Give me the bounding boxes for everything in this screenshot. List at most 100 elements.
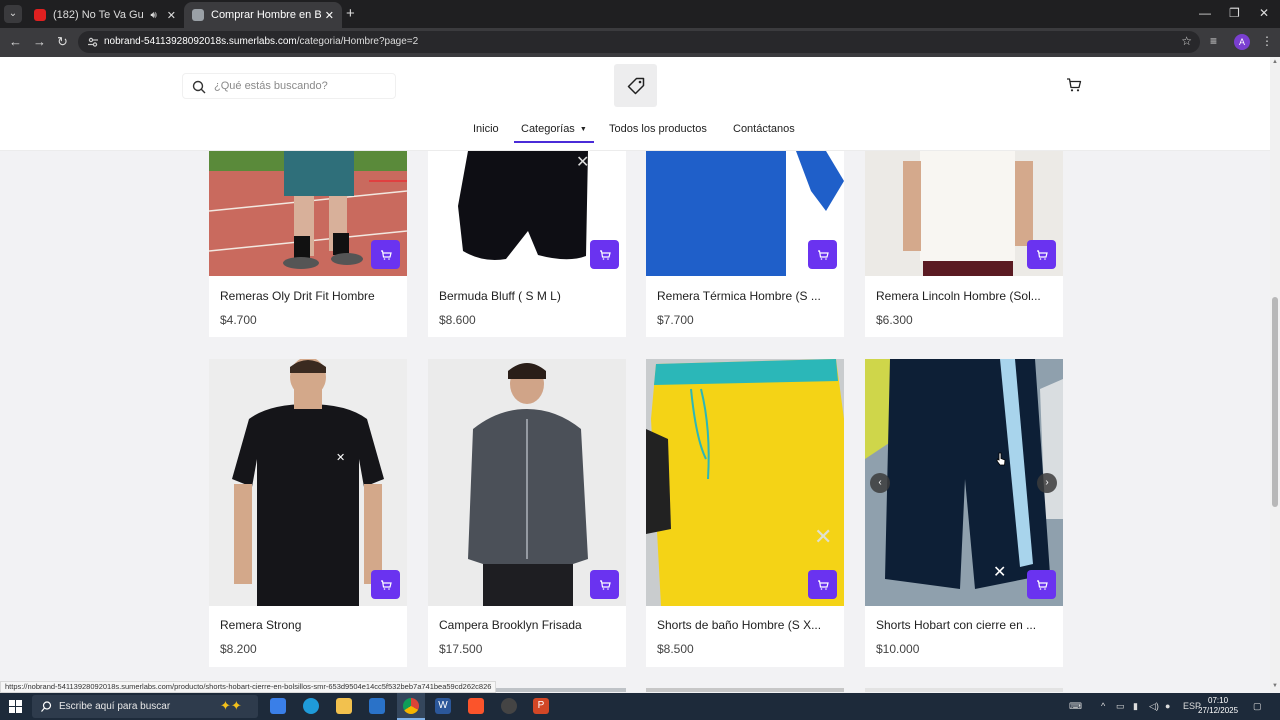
product-name[interactable]: Shorts Hobart con cierre en ... <box>876 618 1036 632</box>
brave-app-icon[interactable] <box>468 698 484 714</box>
taskbar-search-text: Escribe aquí para buscar <box>59 701 171 712</box>
product-card[interactable]: Remeras Oly Drit Fit Hombre $4.700 <box>209 151 407 337</box>
product-card[interactable]: Remera Térmica Hombre (S ... $7.700 <box>646 151 844 337</box>
product-name[interactable]: Remera Térmica Hombre (S ... <box>657 289 821 303</box>
add-to-cart-button[interactable] <box>590 570 619 599</box>
product-image[interactable]: ✕ <box>209 359 407 606</box>
obs-app-icon[interactable] <box>501 698 517 714</box>
product-price: $6.300 <box>876 313 913 327</box>
product-name[interactable]: Remera Strong <box>220 618 301 632</box>
profile-avatar[interactable]: A <box>1234 34 1250 50</box>
add-to-cart-button[interactable] <box>371 240 400 269</box>
product-name[interactable]: Campera Brooklyn Frisada <box>439 618 582 632</box>
scrollbar-thumb[interactable] <box>1272 297 1278 507</box>
add-to-cart-button[interactable] <box>371 570 400 599</box>
add-to-cart-button[interactable] <box>1027 570 1056 599</box>
taskbar-clock[interactable]: 07:10 27/12/2025 <box>1198 696 1238 716</box>
add-to-cart-button[interactable] <box>1027 240 1056 269</box>
tray-overflow-icon[interactable]: ^ <box>1101 701 1105 711</box>
cart-icon <box>817 249 829 260</box>
carousel-prev-button[interactable]: ‹ <box>870 473 890 493</box>
product-card[interactable] <box>646 688 844 692</box>
browser-tab-active[interactable]: Comprar Hombre en Buenos Ai ✕ <box>184 2 342 28</box>
chrome-taskbar-button[interactable] <box>397 693 425 720</box>
product-name[interactable]: Bermuda Bluff ( S M L) <box>439 289 561 303</box>
product-card[interactable]: ✕ ‹ › Shorts Hobart con cierre en ... $1… <box>865 359 1063 667</box>
active-nav-indicator <box>514 141 594 143</box>
volume-icon[interactable]: ◁) <box>1149 701 1159 712</box>
carousel-next-button[interactable]: › <box>1037 473 1057 493</box>
address-bar[interactable]: nobrand-54113928092018s.sumerlabs.com/ca… <box>78 31 1200 53</box>
scroll-up-icon[interactable]: ▲ <box>1271 59 1279 65</box>
page-scrollbar[interactable]: ▲ ▼ <box>1270 57 1280 692</box>
edge-app-icon[interactable] <box>303 698 319 714</box>
nav-todos-los-productos[interactable]: Todos los productos <box>609 123 707 135</box>
clock-date: 27/12/2025 <box>1198 706 1239 715</box>
powerpoint-app-icon[interactable]: P <box>533 698 549 714</box>
reload-icon[interactable]: ↻ <box>57 34 68 50</box>
minimize-icon[interactable]: — <box>1199 6 1211 20</box>
cart-icon <box>380 579 392 590</box>
clock-time: 07:10 <box>1208 696 1229 705</box>
media-controls-icon[interactable]: ≡ <box>1210 34 1217 48</box>
cart-icon <box>599 579 611 590</box>
product-card[interactable]: Remera Lincoln Hombre (Sol... $6.300 <box>865 151 1063 337</box>
outlook-app-icon[interactable] <box>369 698 385 714</box>
product-image[interactable]: ✕ <box>865 359 1063 606</box>
battery-icon[interactable]: ▮ <box>1133 701 1138 712</box>
product-card[interactable]: ✕ Shorts de baño Hombre (S X... $8.500 <box>646 359 844 667</box>
product-image[interactable]: ✕ <box>646 359 844 606</box>
scroll-down-icon[interactable]: ▼ <box>1271 683 1279 689</box>
close-tab-icon[interactable]: ✕ <box>167 9 176 22</box>
browser-toolbar: ← → ↻ nobrand-54113928092018s.sumerlabs.… <box>0 28 1280 57</box>
add-to-cart-button[interactable] <box>590 240 619 269</box>
nav-inicio[interactable]: Inicio <box>473 123 499 135</box>
close-tab-icon[interactable]: ✕ <box>325 9 334 22</box>
hand-cursor-icon <box>996 452 1006 466</box>
product-card[interactable] <box>865 688 1063 692</box>
restore-icon[interactable]: ❐ <box>1229 6 1240 20</box>
taskbar-search-box[interactable]: Escribe aquí para buscar ✦✦ <box>32 695 258 718</box>
product-name[interactable]: Shorts de baño Hombre (S X... <box>657 618 821 632</box>
search-input[interactable] <box>214 77 384 95</box>
bookmark-star-icon[interactable]: ☆ <box>1181 34 1192 48</box>
forward-arrow-icon[interactable]: → <box>33 34 46 50</box>
word-app-icon[interactable]: W <box>435 698 451 714</box>
notifications-icon[interactable]: ▢ <box>1253 701 1262 712</box>
keyboard-icon[interactable]: ⌨ <box>1069 701 1082 712</box>
browser-tab-youtube[interactable]: (182) No Te Va Gustar - Llu 🔊︎ ✕ <box>26 2 184 28</box>
site-settings-icon[interactable] <box>87 36 99 48</box>
add-to-cart-button[interactable] <box>808 240 837 269</box>
network-icon[interactable]: ▭ <box>1116 701 1125 712</box>
product-card[interactable]: Campera Brooklyn Frisada $17.500 <box>428 359 626 667</box>
copilot-app-icon[interactable] <box>270 698 286 714</box>
price-tag-icon <box>627 77 644 94</box>
windows-start-icon[interactable] <box>9 700 22 713</box>
close-window-icon[interactable]: ✕ <box>1259 6 1269 20</box>
nav-contactanos[interactable]: Contáctanos <box>733 123 795 135</box>
product-image[interactable] <box>428 359 626 606</box>
product-card[interactable]: ✕ Remera Strong $8.200 <box>209 359 407 667</box>
file-explorer-icon[interactable] <box>336 698 352 714</box>
tab-search-button[interactable]: ⌄ <box>4 5 22 23</box>
shopping-cart-icon[interactable] <box>1066 77 1082 93</box>
microphone-icon[interactable]: ● <box>1165 701 1170 711</box>
add-to-cart-button[interactable] <box>808 570 837 599</box>
nav-categorias[interactable]: Categorías ▼ <box>521 123 587 135</box>
site-header: Inicio Categorías ▼ Todos los productos C… <box>0 57 1270 151</box>
tab-title: (182) No Te Va Gustar - Llu <box>53 9 144 21</box>
tab-title: Comprar Hombre en Buenos Ai <box>211 9 321 21</box>
audio-playing-icon[interactable]: 🔊︎ <box>150 10 156 21</box>
search-highlight-icon: ✦✦ <box>220 698 242 713</box>
cart-icon <box>817 579 829 590</box>
search-box[interactable] <box>182 73 396 99</box>
back-arrow-icon[interactable]: ← <box>9 34 22 50</box>
product-name[interactable]: Remeras Oly Drit Fit Hombre <box>220 289 375 303</box>
product-name[interactable]: Remera Lincoln Hombre (Sol... <box>876 289 1041 303</box>
new-tab-button[interactable]: + <box>346 5 355 23</box>
svg-text:✕: ✕ <box>576 152 589 171</box>
product-card[interactable]: ✕ Bermuda Bluff ( S M L) $8.600 <box>428 151 626 337</box>
store-logo[interactable] <box>614 64 657 107</box>
product-price: $8.200 <box>220 642 257 656</box>
chrome-menu-icon[interactable]: ⋮ <box>1261 34 1273 48</box>
